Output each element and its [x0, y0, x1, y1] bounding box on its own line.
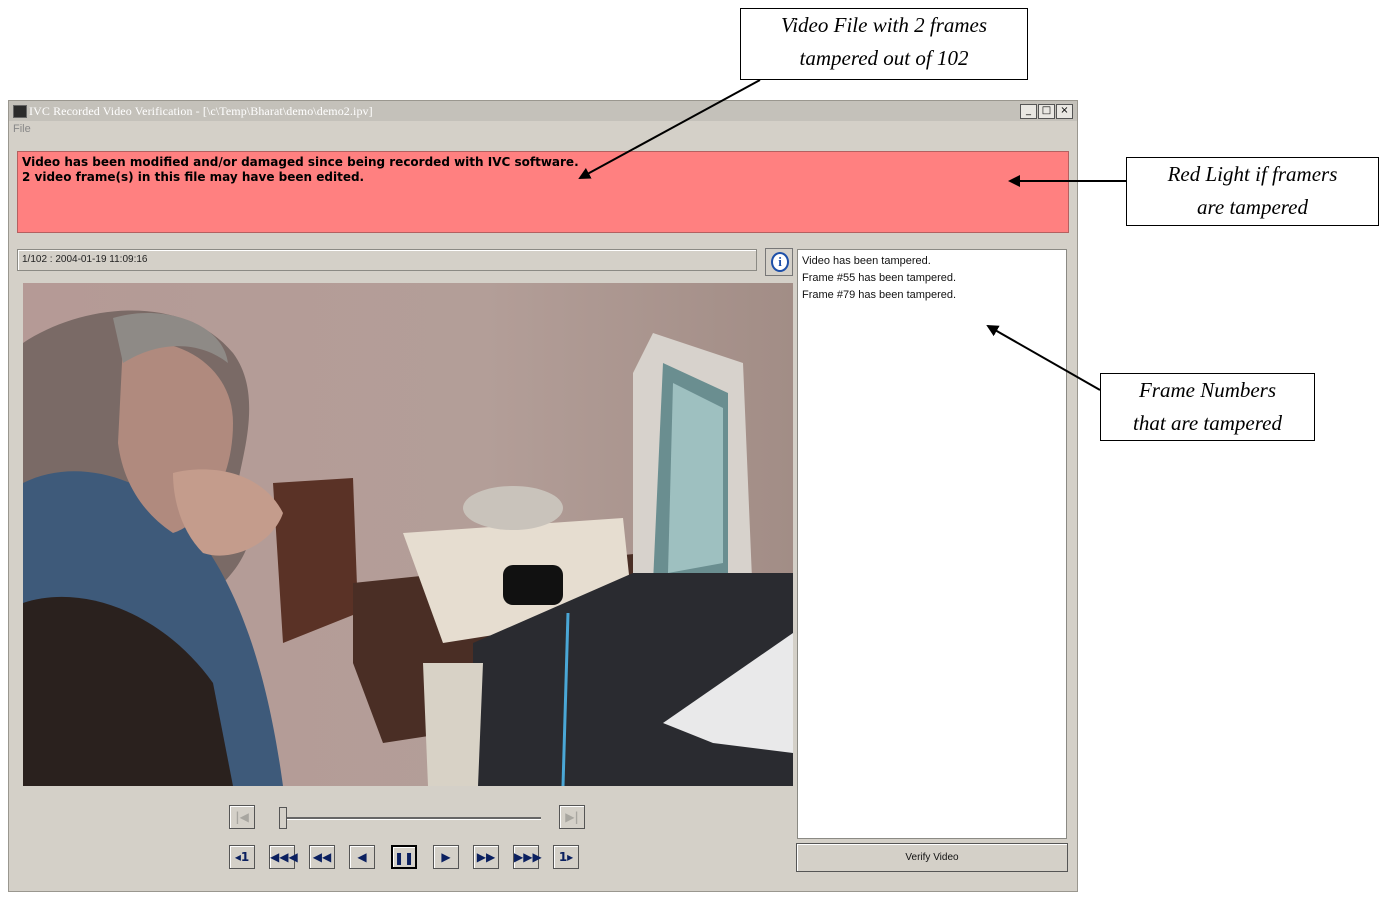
window-title: IVC Recorded Video Verification - [\c\Te…	[29, 104, 373, 118]
frame-status-field: 1/102 : 2004-01-19 11:09:16	[17, 249, 757, 271]
alert-line-1: Video has been modified and/or damaged s…	[22, 155, 579, 169]
app-icon	[13, 105, 27, 118]
callout-frame-numbers: Frame Numbers that are tampered	[1100, 373, 1315, 441]
callout-line: Red Light if framers	[1167, 162, 1338, 186]
fast-rewind-icon[interactable]: ◀◀◀	[269, 845, 298, 869]
forward-icon[interactable]: ▶▶	[473, 845, 499, 869]
callout-red-light: Red Light if framers are tampered	[1126, 157, 1379, 226]
info-icon: i	[771, 252, 789, 272]
fast-forward-icon[interactable]: ▶▶▶	[513, 845, 542, 869]
callout-line: tampered out of 102	[799, 46, 969, 70]
maximize-icon[interactable]: □	[1038, 104, 1055, 119]
video-frame	[23, 283, 793, 786]
tamper-alert-banner: Video has been modified and/or damaged s…	[17, 151, 1069, 233]
info-button[interactable]: i	[765, 248, 793, 276]
callout-line: Frame Numbers	[1138, 378, 1277, 402]
step-back-icon[interactable]: ◂1	[229, 845, 255, 869]
play-icon[interactable]: ▶	[433, 845, 459, 869]
window-controls: _ □ ×	[1020, 104, 1073, 119]
title-bar[interactable]: IVC Recorded Video Verification - [\c\Te…	[9, 101, 1077, 121]
position-slider-thumb[interactable]	[279, 807, 287, 829]
play-reverse-icon[interactable]: ◀	[349, 845, 375, 869]
log-entry: Frame #55 has been tampered.	[802, 272, 957, 284]
tamper-log-list[interactable]: Video has been tampered. Frame #55 has b…	[797, 249, 1067, 839]
callout-line: that are tampered	[1133, 411, 1282, 435]
log-entry: Frame #79 has been tampered.	[802, 289, 957, 301]
verify-video-button[interactable]: Verify Video	[796, 843, 1068, 872]
video-image	[23, 283, 793, 786]
callout-tamper-count: Video File with 2 frames tampered out of…	[740, 8, 1028, 80]
menu-file[interactable]: File	[13, 123, 31, 135]
callout-line: Video File with 2 frames	[780, 13, 988, 37]
pause-icon[interactable]: ❚❚	[391, 845, 417, 869]
rewind-icon[interactable]: ◀◀	[309, 845, 335, 869]
callout-line: are tampered	[1197, 195, 1308, 219]
alert-line-2: 2 video frame(s) in this file may have b…	[22, 170, 365, 184]
go-to-end-icon[interactable]: ▶|	[559, 805, 585, 829]
go-to-start-icon[interactable]: |◀	[229, 805, 255, 829]
step-forward-icon[interactable]: 1▸	[553, 845, 579, 869]
close-icon[interactable]: ×	[1056, 104, 1073, 119]
minimize-icon[interactable]: _	[1020, 104, 1037, 119]
verification-window: IVC Recorded Video Verification - [\c\Te…	[8, 100, 1078, 892]
log-entry: Video has been tampered.	[802, 255, 931, 267]
position-slider-track[interactable]	[285, 817, 541, 820]
